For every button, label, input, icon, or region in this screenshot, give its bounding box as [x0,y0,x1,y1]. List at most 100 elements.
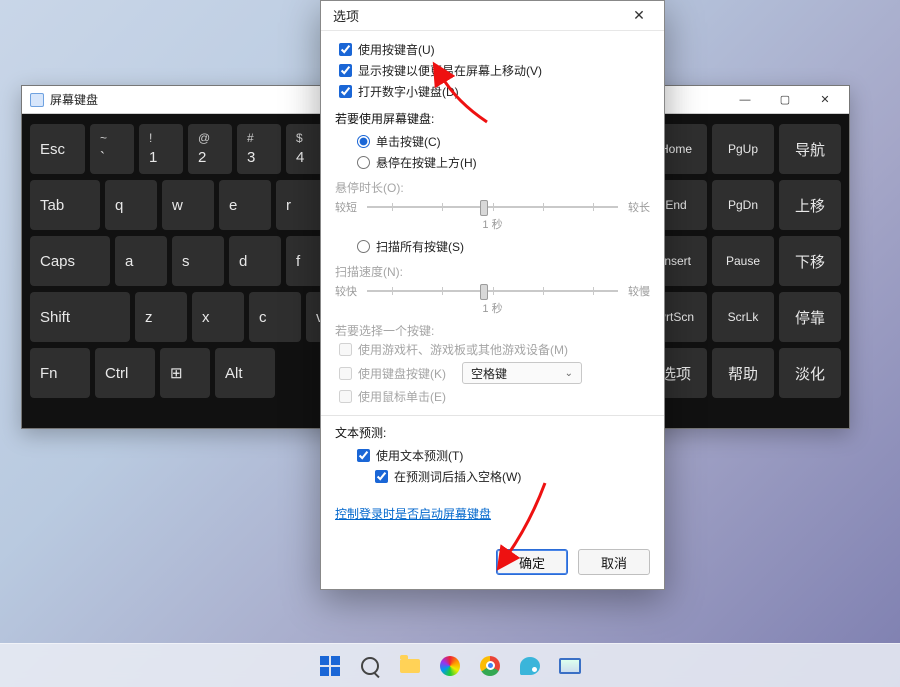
key-w[interactable]: w [162,180,214,230]
radio-click-label: 单击按键(C) [376,133,441,150]
text-prediction-heading: 文本预测: [335,424,650,441]
cancel-button[interactable]: 取消 [578,549,650,575]
hover-slider: 较短 较长 [335,196,650,218]
key-dock[interactable]: 停靠 [779,292,841,342]
check-use-kbdkey-label: 使用键盘按键(K) [358,365,446,382]
check-numpad[interactable]: 打开数字小键盘(D) [335,81,650,102]
osk-minimize-button[interactable]: — [725,89,765,111]
radio-scan[interactable]: 扫描所有按键(S) [353,236,650,257]
key-tab[interactable]: Tab [30,180,100,230]
taskbar-search-button[interactable] [353,649,387,683]
palette-icon [520,657,540,675]
key-a[interactable]: a [115,236,167,286]
check-numpad-input[interactable] [339,85,352,98]
key-scrlk[interactable]: ScrLk [712,292,774,342]
key-nav[interactable]: 导航 [779,124,841,174]
check-show-keys[interactable]: 显示按键以便更易在屏幕上移动(V) [335,60,650,81]
hover-slider-track[interactable] [367,198,618,216]
radio-scan-input[interactable] [357,240,370,253]
key-q[interactable]: q [105,180,157,230]
check-click-sound[interactable]: 使用按键音(U) [335,39,650,60]
osk-maximize-button[interactable]: ▢ [765,89,805,111]
check-show-keys-input[interactable] [339,64,352,77]
check-use-kbdkey: 使用键盘按键(K) 空格键 ⌄ [335,360,650,386]
key-moveup[interactable]: 上移 [779,180,841,230]
key-caps[interactable]: Caps [30,236,110,286]
osk-title: 屏幕键盘 [50,91,98,108]
key-e[interactable]: e [219,180,271,230]
taskbar [0,643,900,687]
key-c[interactable]: c [249,292,301,342]
key-pgdn[interactable]: PgDn [712,180,774,230]
key-1[interactable]: !1 [139,124,183,174]
scan-slider-track[interactable] [367,282,618,300]
key-pause[interactable]: Pause [712,236,774,286]
key-movedown[interactable]: 下移 [779,236,841,286]
folder-icon [400,659,420,673]
key-z[interactable]: z [135,292,187,342]
check-show-keys-label: 显示按键以便更易在屏幕上移动(V) [358,62,542,79]
key-s[interactable]: s [172,236,224,286]
control-login-link[interactable]: 控制登录时是否启动屏幕键盘 [335,507,491,521]
dialog-close-button[interactable]: ✕ [620,3,658,29]
key-x[interactable]: x [192,292,244,342]
check-insert-space[interactable]: 在预测词后插入空格(W) [371,466,650,487]
key-d[interactable]: d [229,236,281,286]
scan-slider-right: 较慢 [628,283,650,299]
taskbar-osk-button[interactable] [553,649,587,683]
key-win[interactable]: ⊞ [160,348,210,398]
radio-hover-label: 悬停在按键上方(H) [376,154,477,171]
check-use-mouse-input [339,390,352,403]
radio-click[interactable]: 单击按键(C) [353,131,650,152]
key-backtick[interactable]: ~` [90,124,134,174]
key-esc[interactable]: Esc [30,124,85,174]
key-pgup[interactable]: PgUp [712,124,774,174]
check-click-sound-label: 使用按键音(U) [358,41,435,58]
key-3[interactable]: #3 [237,124,281,174]
radio-hover[interactable]: 悬停在按键上方(H) [353,152,650,173]
taskbar-app-button[interactable] [433,649,467,683]
check-insert-space-input[interactable] [375,470,388,483]
key-2[interactable]: @2 [188,124,232,174]
search-icon [361,657,379,675]
keyboard-icon [559,658,581,674]
dialog-footer: 确定 取消 [321,539,664,589]
scan-speed-label: 扫描速度(N): [335,263,650,280]
scan-slider-left: 较快 [335,283,357,299]
hover-slider-right: 较长 [628,199,650,215]
hover-duration-label: 悬停时长(O): [335,179,650,196]
taskbar-chrome-button[interactable] [473,649,507,683]
dialog-title: 选项 [333,6,359,25]
key-fade[interactable]: 淡化 [779,348,841,398]
key-alt[interactable]: Alt [215,348,275,398]
osk-close-button[interactable]: ✕ [805,89,845,111]
radio-hover-input[interactable] [357,156,370,169]
check-text-prediction-input[interactable] [357,449,370,462]
check-numpad-label: 打开数字小键盘(D) [358,83,459,100]
hover-slider-value: 1 秒 [335,216,650,232]
taskbar-paint-button[interactable] [513,649,547,683]
key-help[interactable]: 帮助 [712,348,774,398]
divider [321,415,664,416]
key-shift[interactable]: Shift [30,292,130,342]
ok-button[interactable]: 确定 [496,549,568,575]
radio-click-input[interactable] [357,135,370,148]
hover-slider-thumb[interactable] [480,200,488,216]
check-text-prediction-label: 使用文本预测(T) [376,447,463,464]
scan-select-key-heading: 若要选择一个按键: [335,322,650,339]
check-click-sound-input[interactable] [339,43,352,56]
scan-speed-block: 扫描速度(N): 较快 较慢 1 秒 若要选择一个按键: 使用游戏杆、游戏板或其… [335,263,650,407]
check-use-joystick: 使用游戏杆、游戏板或其他游戏设备(M) [335,339,650,360]
taskbar-explorer-button[interactable] [393,649,427,683]
check-use-mouse: 使用鼠标单击(E) [335,386,650,407]
kbdkey-select[interactable]: 空格键 ⌄ [462,362,582,384]
scan-slider-thumb[interactable] [480,284,488,300]
dialog-body: 使用按键音(U) 显示按键以便更易在屏幕上移动(V) 打开数字小键盘(D) 若要… [321,31,664,539]
hover-slider-left: 较短 [335,199,357,215]
key-ctrl[interactable]: Ctrl [95,348,155,398]
check-text-prediction[interactable]: 使用文本预测(T) [353,445,650,466]
key-fn[interactable]: Fn [30,348,90,398]
color-disc-icon [440,656,460,676]
taskbar-start-button[interactable] [313,649,347,683]
scan-slider-value: 1 秒 [335,300,650,316]
